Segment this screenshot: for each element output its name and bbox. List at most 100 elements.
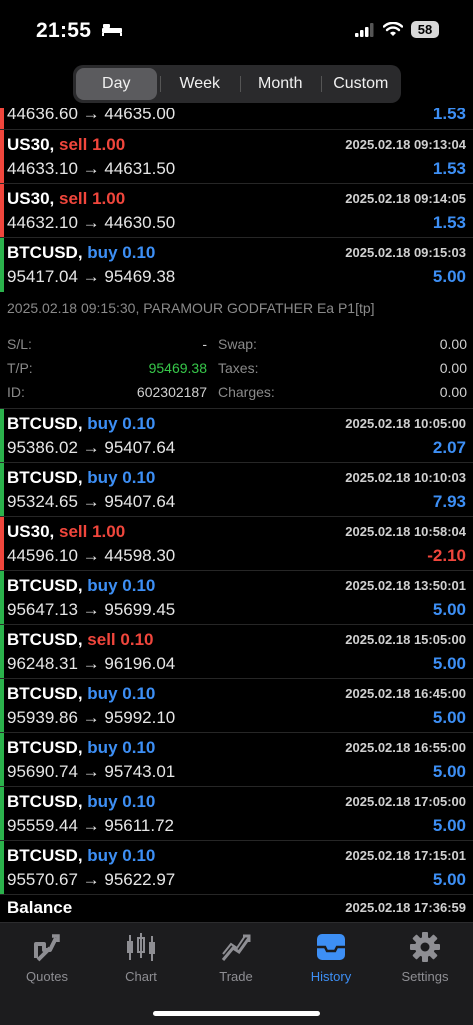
tab-quotes[interactable]: Quotes xyxy=(0,929,94,984)
battery-indicator: 58 xyxy=(411,21,439,38)
deal-time: 2025.02.18 10:10:03 xyxy=(345,470,466,485)
taxes-value: 0.00 xyxy=(439,360,467,376)
balance-row[interactable]: Balance 2025.02.18 17:36:59 xyxy=(0,895,473,917)
deal-profit: 5.00 xyxy=(432,708,466,727)
deal-comment: 2025.02.18 09:15:30, PARAMOUR GODFATHER … xyxy=(7,300,375,316)
deal-row[interactable]: BTCUSD, buy 0.10 2025.02.18 10:10:03 953… xyxy=(0,463,473,517)
tab-history[interactable]: History xyxy=(284,929,378,984)
swap-value: 0.00 xyxy=(439,336,467,352)
deal-prices: 44596.10 → 44598.30 xyxy=(7,546,176,565)
side-indicator-bar xyxy=(0,184,4,237)
balance-label: Balance xyxy=(7,898,73,917)
period-custom[interactable]: Custom xyxy=(320,68,402,100)
home-indicator[interactable] xyxy=(153,1011,320,1016)
period-month[interactable]: Month xyxy=(240,68,321,100)
side-indicator-bar xyxy=(0,571,4,624)
deal-time: 2025.02.18 17:05:00 xyxy=(345,794,466,809)
deal-row[interactable]: BTCUSD, buy 0.10 2025.02.18 17:15:01 955… xyxy=(0,841,473,895)
tab-history-label: History xyxy=(310,969,352,984)
deal-profit: -2.10 xyxy=(427,546,466,565)
deal-title: US30, sell 1.00 xyxy=(7,189,126,208)
status-bar: 21:55 58 xyxy=(0,0,473,60)
history-deal-list[interactable]: 44636.60 → 44635.00 1.53 US30, sell 1.00… xyxy=(0,108,473,922)
side-indicator-bar xyxy=(0,238,4,292)
side-indicator-bar xyxy=(0,108,4,129)
sl-value: - xyxy=(202,336,207,352)
deal-time: 2025.02.18 16:55:00 xyxy=(345,740,466,755)
deal-title: BTCUSD, buy 0.10 xyxy=(7,684,156,703)
tab-chart-label: Chart xyxy=(125,969,157,984)
taxes-label: Taxes: xyxy=(218,360,259,376)
deal-prices: 95647.13 → 95699.45 xyxy=(7,600,176,619)
balance-time: 2025.02.18 17:36:59 xyxy=(345,900,466,915)
deal-time: 2025.02.18 09:13:04 xyxy=(345,137,466,152)
deal-time: 2025.02.18 16:45:00 xyxy=(345,686,466,701)
side-indicator-bar xyxy=(0,517,4,570)
deal-prices: 95324.65 → 95407.64 xyxy=(7,492,176,511)
deal-time: 2025.02.18 10:58:04 xyxy=(345,524,466,539)
deal-row[interactable]: US30, sell 1.00 2025.02.18 09:13:04 4463… xyxy=(0,130,473,184)
period-week[interactable]: Week xyxy=(159,68,241,100)
deal-title: BTCUSD, buy 0.10 xyxy=(7,846,156,865)
deal-title: BTCUSD, buy 0.10 xyxy=(7,576,156,595)
deal-profit: 5.00 xyxy=(432,600,466,619)
deal-title: BTCUSD, buy 0.10 xyxy=(7,243,156,262)
deal-row-partial[interactable]: 44636.60 → 44635.00 1.53 xyxy=(0,108,473,130)
quotes-icon xyxy=(0,929,94,965)
tab-settings-label: Settings xyxy=(401,969,449,984)
side-indicator-bar xyxy=(0,733,4,786)
deal-row[interactable]: US30, sell 1.00 2025.02.18 10:58:04 4459… xyxy=(0,517,473,571)
deal-row[interactable]: BTCUSD, sell 0.10 2025.02.18 15:05:00 96… xyxy=(0,625,473,679)
deal-row[interactable]: BTCUSD, buy 0.10 2025.02.18 10:05:00 953… xyxy=(0,409,473,463)
deal-title: BTCUSD, buy 0.10 xyxy=(7,414,156,433)
deal-time: 2025.02.18 13:50:01 xyxy=(345,578,466,593)
tab-chart[interactable]: Chart xyxy=(94,929,188,984)
status-time: 21:55 xyxy=(36,19,123,43)
side-indicator-bar xyxy=(0,679,4,732)
side-indicator-bar xyxy=(0,841,4,894)
deal-prices: 95570.67 → 95622.97 xyxy=(7,870,176,889)
deal-profit: 7.93 xyxy=(432,492,466,511)
deal-row[interactable]: US30, sell 1.00 2025.02.18 09:14:05 4463… xyxy=(0,184,473,238)
deal-details: 2025.02.18 09:15:30, PARAMOUR GODFATHER … xyxy=(0,292,473,409)
tab-trade[interactable]: Trade xyxy=(189,929,283,984)
deal-profit: 5.00 xyxy=(432,267,466,286)
deal-profit: 5.00 xyxy=(432,762,466,781)
deal-time: 2025.02.18 15:05:00 xyxy=(345,632,466,647)
deal-title: US30, sell 1.00 xyxy=(7,522,126,541)
deal-time: 2025.02.18 10:05:00 xyxy=(345,416,466,431)
side-indicator-bar xyxy=(0,409,4,462)
chart-icon xyxy=(94,929,188,965)
deal-row[interactable]: BTCUSD, buy 0.10 2025.02.18 17:05:00 955… xyxy=(0,787,473,841)
id-value: 602302187 xyxy=(136,384,207,400)
charges-label: Charges: xyxy=(218,384,275,400)
deal-time: 2025.02.18 17:15:01 xyxy=(345,848,466,863)
settings-icon xyxy=(378,929,472,965)
tab-settings[interactable]: Settings xyxy=(378,929,472,984)
tp-label: T/P: xyxy=(7,360,33,376)
bottom-tab-bar: Quotes Chart Trade History Settings xyxy=(0,922,473,1025)
deal-prices: 44633.10 → 44631.50 xyxy=(7,159,176,178)
status-icons: 58 xyxy=(355,21,439,38)
deal-row[interactable]: BTCUSD, buy 0.10 2025.02.18 16:45:00 959… xyxy=(0,679,473,733)
tab-quotes-label: Quotes xyxy=(26,969,68,984)
deal-profit: 5.00 xyxy=(432,816,466,835)
deal-row[interactable]: BTCUSD, buy 0.10 2025.02.18 13:50:01 956… xyxy=(0,571,473,625)
deal-title: BTCUSD, buy 0.10 xyxy=(7,792,156,811)
deal-profit: 5.00 xyxy=(432,654,466,673)
period-selector: Day Week Month Custom xyxy=(73,65,401,103)
deal-row[interactable]: BTCUSD, buy 0.10 2025.02.18 16:55:00 956… xyxy=(0,733,473,787)
period-day[interactable]: Day xyxy=(76,68,157,100)
deal-prices: 44636.60 → 44635.00 xyxy=(7,108,176,123)
deal-time: 2025.02.18 09:15:03 xyxy=(345,245,466,260)
deal-prices: 95939.86 → 95992.10 xyxy=(7,708,176,727)
deal-profit: 1.53 xyxy=(432,159,466,178)
deal-prices: 44632.10 → 44630.50 xyxy=(7,213,176,232)
deal-row-expanded[interactable]: BTCUSD, buy 0.10 2025.02.18 09:15:03 954… xyxy=(0,238,473,292)
cellular-signal-icon xyxy=(355,22,374,37)
deal-prices: 95417.04 → 95469.38 xyxy=(7,267,176,286)
deal-title: BTCUSD, sell 0.10 xyxy=(7,630,154,649)
deal-profit: 2.07 xyxy=(432,438,466,457)
deal-title: BTCUSD, buy 0.10 xyxy=(7,738,156,757)
deal-prices: 95559.44 → 95611.72 xyxy=(7,816,175,835)
